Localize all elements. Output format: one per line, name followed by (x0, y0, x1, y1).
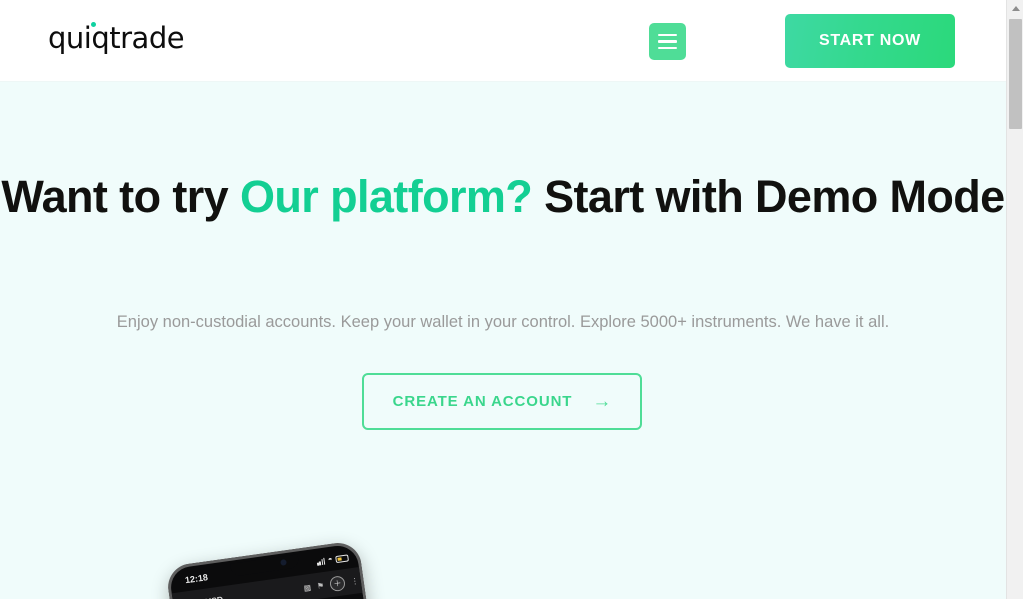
headline-part-2: Start with Demo Mode (532, 171, 1005, 222)
brand-logo[interactable]: quiqtrade (48, 21, 185, 55)
phone-mockup: 12:18 ◓ ▾ BTCUSD ▩ ⚑ ＋ (165, 539, 379, 599)
start-now-button[interactable]: START NOW (785, 14, 955, 68)
alert-bell-icon[interactable]: ⚑ (316, 581, 324, 591)
vertical-scrollbar[interactable] (1006, 0, 1023, 599)
hero-section: Want to try Our platform? Start with Dem… (0, 82, 1006, 599)
hero-subtitle: Enjoy non-custodial accounts. Keep your … (116, 313, 890, 331)
hamburger-icon-line (658, 40, 677, 43)
add-icon[interactable]: ＋ (328, 574, 346, 592)
device-mockups: Bots Investments 👤 admin@..gmail.com (0, 482, 1006, 599)
hamburger-icon-line (658, 33, 677, 37)
create-an-account-button[interactable]: CREATE AN ACCOUNT → (362, 373, 642, 430)
phone-status-icons: ◓ (316, 553, 349, 566)
bar-chart-icon[interactable]: ▩ (303, 582, 312, 592)
page-root: quiqtrade START NOW Want to try Our plat… (0, 0, 1023, 599)
wifi-icon: ◓ (327, 554, 334, 565)
phone-clock: 12:18 (184, 572, 209, 586)
headline-highlight: Our platform? (239, 171, 533, 222)
cta-label: CREATE AN ACCOUNT (392, 393, 573, 410)
scroll-up-button[interactable] (1007, 0, 1023, 17)
more-options-icon[interactable]: ⋮ (350, 576, 359, 586)
scrollbar-thumb[interactable] (1009, 19, 1022, 129)
phone-body: 12:18 ◓ ▾ BTCUSD ▩ ⚑ ＋ (165, 539, 379, 599)
signal-bars-icon (316, 557, 326, 566)
scroll-up-arrow-icon (1011, 6, 1020, 11)
logo-dot-icon (90, 21, 96, 27)
hamburger-menu-button[interactable] (649, 23, 686, 60)
arrow-right-icon: → (592, 391, 612, 412)
hamburger-icon-line (658, 46, 677, 50)
headline-part-1: Want to try (1, 171, 240, 222)
page-title: Want to try Our platform? Start with Dem… (0, 172, 1006, 221)
site-header: quiqtrade START NOW (0, 0, 1006, 82)
battery-icon (335, 553, 349, 563)
browser-viewport: quiqtrade START NOW Want to try Our plat… (0, 0, 1006, 599)
brand-logo-text: quiqtrade (48, 21, 185, 55)
